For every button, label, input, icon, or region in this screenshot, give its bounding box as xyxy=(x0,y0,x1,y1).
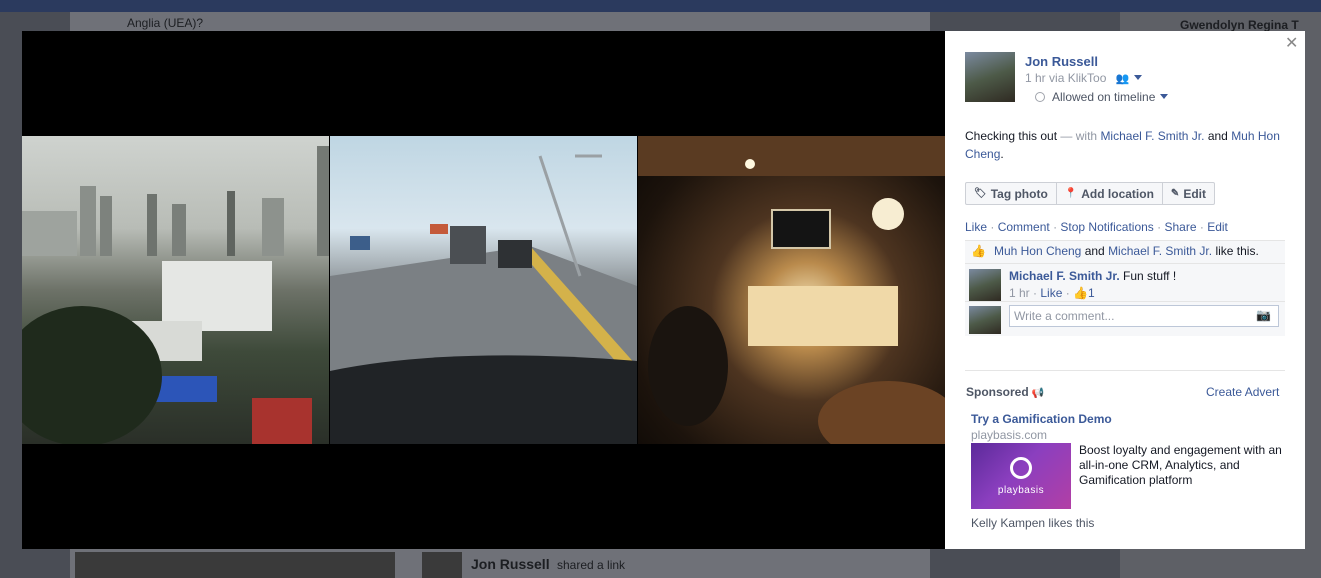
add-location-button[interactable]: 📍 Add location xyxy=(1057,183,1163,204)
ad-title-link[interactable]: Try a Gamification Demo xyxy=(971,412,1112,426)
background-photo-strip xyxy=(75,552,395,578)
commenter-avatar[interactable] xyxy=(969,269,1001,301)
likes-summary: 👍 Muh Hon Cheng and Michael F. Smith Jr. … xyxy=(965,241,1285,264)
separator: · xyxy=(1053,220,1058,234)
separator: · xyxy=(1157,220,1162,234)
add-location-label: Add location xyxy=(1081,186,1154,201)
author-avatar[interactable] xyxy=(965,52,1015,102)
comment-like-count[interactable]: 👍1 xyxy=(1073,286,1095,300)
friends-icon[interactable]: 👥 xyxy=(1116,72,1130,85)
edit-button[interactable]: ✎ Edit xyxy=(1163,183,1214,204)
comment-link[interactable]: Comment xyxy=(998,220,1050,234)
city-skyline-drawing xyxy=(22,146,329,444)
liker-link[interactable]: Michael F. Smith Jr. xyxy=(1108,244,1212,258)
comment-input[interactable] xyxy=(1009,305,1279,327)
status-circle-icon xyxy=(1035,92,1045,102)
photo-stage[interactable] xyxy=(22,31,945,549)
create-advert-link[interactable]: Create Advert xyxy=(1206,385,1279,399)
ad-brand: playbasis xyxy=(997,484,1045,496)
location-pin-icon: 📍 xyxy=(1064,188,1078,199)
separator: · xyxy=(1199,220,1204,234)
post-caption: Checking this out — with Michael F. Smit… xyxy=(965,127,1290,163)
author-name-link[interactable]: Jon Russell xyxy=(1025,54,1098,69)
separator: · xyxy=(1033,286,1038,300)
tag-icon: 🏷 xyxy=(974,188,987,199)
pencil-icon: ✎ xyxy=(1170,188,1180,199)
highway-drawing xyxy=(330,154,637,444)
post-time[interactable]: 1 hr xyxy=(1025,71,1046,85)
post-meta: 1 hr via KlikToo 👥 xyxy=(1025,71,1143,85)
sponsored-heading: Sponsored 📢 xyxy=(966,385,1044,399)
camera-icon[interactable]: 📷 xyxy=(1256,308,1271,322)
photo-info-panel: ✕ Jon Russell 1 hr via KlikToo 👥 Allowed… xyxy=(945,31,1305,549)
tagged-user-link[interactable]: Michael F. Smith Jr. xyxy=(1100,129,1204,143)
tag-photo-label: Tag photo xyxy=(990,186,1048,201)
ad-social-context: Kelly Kampen likes this xyxy=(971,516,1095,530)
photo-action-buttons: 🏷 Tag photo 📍 Add location ✎ Edit xyxy=(965,182,1215,205)
comment-time[interactable]: 1 hr xyxy=(1009,286,1030,300)
like-count-value: 1 xyxy=(1088,286,1095,300)
comment-body: Michael F. Smith Jr. Fun stuff ! xyxy=(1009,269,1176,283)
comment-item: Michael F. Smith Jr. Fun stuff ! 1 hr · … xyxy=(965,264,1285,302)
background-top-bar xyxy=(0,0,1321,12)
write-comment-row: 📷 xyxy=(965,302,1285,336)
divider xyxy=(965,370,1285,371)
separator: · xyxy=(1065,286,1070,300)
stop-notifications-link[interactable]: Stop Notifications xyxy=(1060,220,1153,234)
comment-like-link[interactable]: Like xyxy=(1040,286,1062,300)
tag-photo-button[interactable]: 🏷 Tag photo xyxy=(966,183,1057,204)
background-avatar xyxy=(422,552,462,578)
photo-restaurant xyxy=(638,136,945,444)
ad-image[interactable]: playbasis xyxy=(971,443,1071,509)
megaphone-icon: 📢 xyxy=(1031,388,1045,399)
feedback-box: 👍 Muh Hon Cheng and Michael F. Smith Jr. … xyxy=(965,240,1285,336)
comment-meta: 1 hr · Like · 👍1 xyxy=(1009,286,1095,300)
post-via: via KlikToo xyxy=(1049,71,1107,85)
ad-domain: playbasis.com xyxy=(971,428,1048,442)
thumbs-up-icon: 👍 xyxy=(1073,286,1089,300)
liker-link[interactable]: Muh Hon Cheng xyxy=(994,244,1081,258)
comment-author-link[interactable]: Michael F. Smith Jr. xyxy=(1009,269,1120,283)
likes-suffix: like this. xyxy=(1215,244,1259,258)
chevron-down-icon[interactable] xyxy=(1160,94,1169,99)
thumbs-up-icon: 👍 xyxy=(971,244,986,258)
background-action: shared a link xyxy=(557,558,626,572)
like-link[interactable]: Like xyxy=(965,220,987,234)
viewer-avatar xyxy=(969,306,1001,334)
caption-with: — with xyxy=(1060,129,1098,143)
timeline-status-label: Allowed on timeline xyxy=(1052,90,1156,104)
likes-and: and xyxy=(1084,244,1105,258)
close-icon[interactable]: ✕ xyxy=(1285,33,1298,53)
restaurant-drawing xyxy=(638,136,945,444)
post-actions: Like · Comment · Stop Notifications · Sh… xyxy=(965,220,1228,234)
photo-city-skyline xyxy=(22,136,329,444)
photo-highway xyxy=(330,136,637,444)
sponsored-label: Sponsored xyxy=(966,385,1029,399)
comment-text: Fun stuff ! xyxy=(1123,269,1177,283)
share-link[interactable]: Share xyxy=(1164,220,1196,234)
caption-text: Checking this out xyxy=(965,129,1058,143)
chevron-down-icon[interactable] xyxy=(1134,75,1143,80)
background-text: Anglia (UEA)? xyxy=(127,16,204,30)
edit-label: Edit xyxy=(1183,186,1206,201)
caption-end: . xyxy=(1000,147,1004,161)
background-author: Jon Russell xyxy=(471,556,550,572)
timeline-status[interactable]: Allowed on timeline xyxy=(1035,90,1169,104)
edit-link[interactable]: Edit xyxy=(1207,220,1228,234)
ad-description: Boost loyalty and engagement with an all… xyxy=(1079,443,1282,487)
caption-and: and xyxy=(1207,129,1228,143)
background-chat-name: Gwendolyn Regina T xyxy=(1180,18,1299,32)
separator: · xyxy=(990,220,995,234)
playbasis-logo-icon xyxy=(1010,456,1032,479)
